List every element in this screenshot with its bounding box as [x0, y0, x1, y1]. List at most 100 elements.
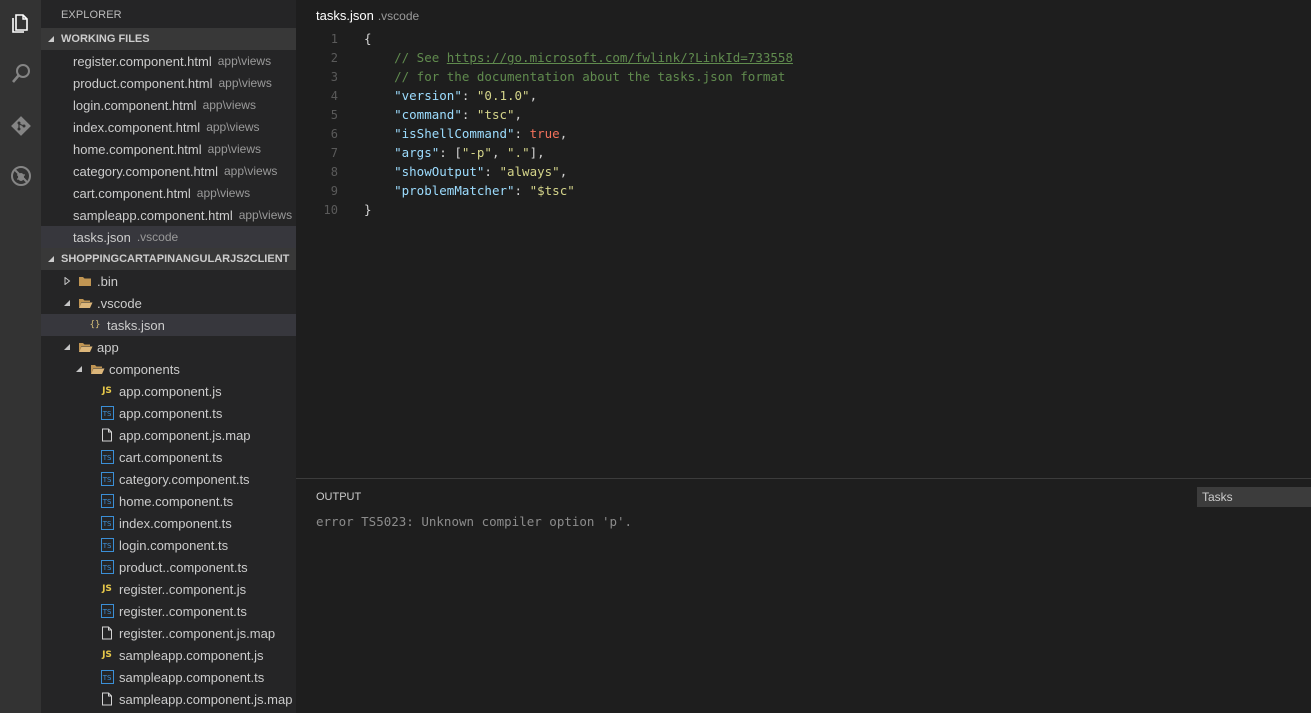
- working-file-item[interactable]: sampleapp.component.html app\views: [41, 204, 296, 226]
- output-title: OUTPUT: [316, 491, 362, 503]
- code-comment: // for the documentation about the tasks…: [364, 69, 786, 84]
- tree-item-label: register..component.ts: [119, 603, 247, 619]
- tree-file-item[interactable]: JS sampleapp.component.js: [41, 644, 296, 666]
- file-icon: [99, 427, 115, 443]
- json-value: "$tsc": [529, 183, 575, 198]
- expanded-triangle-icon: [41, 255, 61, 263]
- code-line: 5 "command": "tsc",: [296, 105, 1311, 124]
- json-key: "showOutput": [394, 164, 485, 179]
- line-number: 6: [330, 126, 338, 141]
- editor-file-desc: .vscode: [377, 9, 420, 23]
- working-file-item[interactable]: category.component.html app\views: [41, 160, 296, 182]
- tree-folder-item[interactable]: components: [41, 358, 296, 380]
- project-header[interactable]: SHOPPINGCARTAPINANGULARJS2CLIENT: [41, 248, 296, 270]
- working-file-item[interactable]: register.component.html app\views: [41, 50, 296, 72]
- tree-folder-item[interactable]: .vscode: [41, 292, 296, 314]
- tree-file-item[interactable]: TS index.component.ts: [41, 512, 296, 534]
- tree-item-label: app.component.ts: [119, 405, 223, 421]
- tree-file-item[interactable]: TS register..component.ts: [41, 600, 296, 622]
- line-number: 9: [330, 183, 338, 198]
- tree-file-item[interactable]: sampleapp.component.js.map: [41, 688, 296, 710]
- json-file-icon: {}: [89, 320, 101, 330]
- tree-item-label: app.component.js.map: [119, 427, 251, 443]
- json-value: "always": [499, 164, 560, 179]
- explorer-icon[interactable]: [0, 2, 41, 42]
- code-token: }: [364, 202, 372, 217]
- code-link[interactable]: https://go.microsoft.com/fwlink/?LinkId=…: [447, 50, 793, 65]
- ts-file-icon: TS: [99, 449, 115, 465]
- tree-file-item[interactable]: TS login.component.ts: [41, 534, 296, 556]
- code-view[interactable]: 1{ 2 // See https://go.microsoft.com/fwl…: [296, 29, 1311, 219]
- working-file-name: index.component.html: [73, 119, 201, 135]
- tree-file-item[interactable]: JS app.component.js: [41, 380, 296, 402]
- tree-item-label: register..component.js: [119, 581, 247, 597]
- output-channel-select[interactable]: Tasks: [1197, 487, 1311, 507]
- folder-icon: [77, 273, 93, 289]
- working-file-item[interactable]: product.component.html app\views: [41, 72, 296, 94]
- working-file-name: login.component.html: [73, 97, 197, 113]
- line-number: 7: [330, 145, 338, 160]
- editor-title: tasks.json .vscode: [316, 8, 419, 23]
- explorer-title: EXPLORER: [61, 9, 122, 21]
- tree-file-item[interactable]: register..component.js.map: [41, 622, 296, 644]
- working-file-item[interactable]: cart.component.html app\views: [41, 182, 296, 204]
- expanded-triangle-icon[interactable]: [73, 363, 85, 375]
- tree-file-item[interactable]: TS category.component.ts: [41, 468, 296, 490]
- tree-item-label: product..component.ts: [119, 559, 248, 575]
- tree-file-item[interactable]: {} tasks.json: [41, 314, 296, 336]
- tree-file-item[interactable]: JS register..component.js: [41, 578, 296, 600]
- tree-item-label: login.component.ts: [119, 537, 229, 553]
- json-key: "version": [394, 88, 462, 103]
- tree-file-item[interactable]: TS cart.component.ts: [41, 446, 296, 468]
- file-icon: [99, 625, 115, 641]
- tree-item-label: .bin: [97, 273, 118, 289]
- working-file-path: app\views: [202, 98, 256, 112]
- json-value: "tsc": [476, 107, 515, 122]
- editor-file-name: tasks.json: [316, 8, 374, 23]
- tree-folder-item[interactable]: .bin: [41, 270, 296, 292]
- ts-file-icon: TS: [99, 493, 115, 509]
- working-file-path: app\views: [206, 120, 260, 134]
- tree-item-label: sampleapp.component.ts: [119, 669, 265, 685]
- collapsed-triangle-icon[interactable]: [61, 275, 73, 287]
- expanded-triangle-icon[interactable]: [61, 297, 73, 309]
- tree-file-item[interactable]: TS app.component.ts: [41, 402, 296, 424]
- tree-item-label: components: [109, 361, 180, 377]
- tree-file-item[interactable]: app.component.js.map: [41, 424, 296, 446]
- working-file-item[interactable]: login.component.html app\views: [41, 94, 296, 116]
- tree-folder-item[interactable]: app: [41, 336, 296, 358]
- working-file-name: category.component.html: [73, 163, 218, 179]
- code-line: 1{: [296, 29, 1311, 48]
- expanded-triangle-icon[interactable]: [61, 341, 73, 353]
- explorer-sidebar: EXPLORER WORKING FILES register.componen…: [41, 0, 296, 713]
- code-token: {: [364, 31, 372, 46]
- code-line: 3 // for the documentation about the tas…: [296, 67, 1311, 86]
- working-file-item[interactable]: tasks.json .vscode: [41, 226, 296, 248]
- tree-item-label: tasks.json: [107, 317, 165, 333]
- working-file-item[interactable]: index.component.html app\views: [41, 116, 296, 138]
- working-file-path: app\views: [218, 76, 272, 90]
- tree-item-label: home.component.ts: [119, 493, 234, 509]
- json-value: "0.1.0": [476, 88, 530, 103]
- ts-file-icon: TS: [99, 559, 115, 575]
- output-panel: OUTPUT Tasks error TS5023: Unknown compi…: [296, 478, 1311, 713]
- line-number: 10: [323, 202, 338, 217]
- ts-file-icon: TS: [99, 515, 115, 531]
- tree-item-label: .vscode: [97, 295, 142, 311]
- debug-icon[interactable]: [0, 156, 41, 196]
- working-file-path: app\views: [217, 54, 272, 68]
- working-files-header[interactable]: WORKING FILES: [41, 28, 296, 50]
- tree-file-item[interactable]: TS product..component.ts: [41, 556, 296, 578]
- ts-file-icon: TS: [99, 471, 115, 487]
- file-icon: [99, 691, 115, 707]
- working-file-item[interactable]: home.component.html app\views: [41, 138, 296, 160]
- editor-area: tasks.json .vscode 1{ 2 // See https://go…: [296, 0, 1311, 478]
- git-icon[interactable]: [0, 106, 41, 146]
- json-key: "isShellCommand": [394, 126, 515, 141]
- code-line: 7 "args": ["-p", "."],: [296, 143, 1311, 162]
- search-icon[interactable]: [0, 54, 41, 94]
- tree-file-item[interactable]: TS home.component.ts: [41, 490, 296, 512]
- tree-file-item[interactable]: TS sampleapp.component.ts: [41, 666, 296, 688]
- working-file-name: cart.component.html: [73, 185, 191, 201]
- line-number: 2: [330, 50, 338, 65]
